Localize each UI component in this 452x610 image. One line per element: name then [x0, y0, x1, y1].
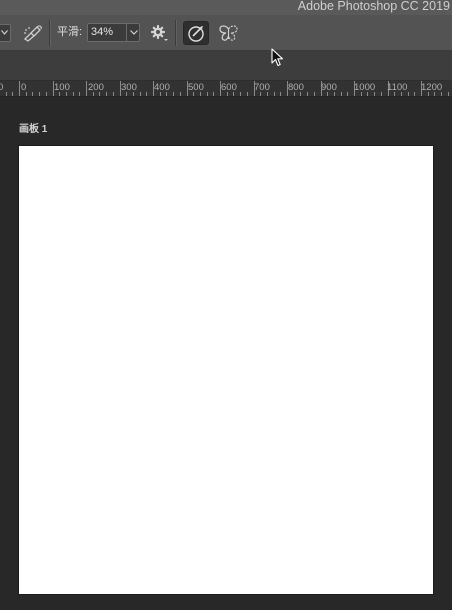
ruler-label: 1200 — [421, 82, 443, 93]
artboard[interactable] — [19, 146, 433, 594]
ruler-label: 1100 — [387, 82, 408, 93]
ruler-label: 1000 — [354, 82, 376, 93]
chevron-down-icon — [1, 30, 8, 35]
ruler-label: 300 — [121, 82, 137, 93]
brush-mode-dropdown[interactable] — [0, 24, 11, 42]
smoothing-divider — [126, 24, 127, 41]
butterfly-symmetry-icon[interactable] — [218, 24, 239, 43]
smoothing-field[interactable]: 34% — [87, 23, 140, 42]
artboard-label[interactable]: 画板 1 — [19, 124, 47, 136]
ruler-label: 900 — [321, 82, 337, 93]
pressure-size-icon — [188, 26, 204, 42]
ruler-label: 0 — [21, 82, 27, 93]
ruler-label: 800 — [288, 82, 304, 93]
airbrush-icon[interactable] — [22, 24, 44, 42]
document-tab-bar — [0, 51, 452, 81]
ruler-label: 500 — [188, 82, 204, 93]
ruler-label: 600 — [221, 82, 237, 93]
title-bar: Adobe Photoshop CC 2019 — [0, 0, 452, 15]
options-separator — [175, 20, 177, 46]
options-separator — [49, 20, 51, 46]
ruler-label: 400 — [154, 82, 170, 93]
smoothing-label: 平滑: — [57, 26, 83, 38]
ruler-label: 200 — [88, 82, 104, 93]
chevron-down-icon[interactable] — [130, 30, 138, 35]
mouse-cursor-icon — [271, 48, 284, 67]
ruler-label: 0 — [0, 82, 3, 93]
app-title: Adobe Photoshop CC 2019 — [297, 0, 450, 13]
ruler-label: 700 — [254, 82, 270, 93]
horizontal-ruler: 0 0 100 200 300 400 500 600 700 800 900 … — [0, 81, 452, 97]
pressure-size-toggle[interactable] — [183, 21, 209, 45]
gear-icon[interactable] — [151, 25, 168, 42]
ruler-label: 100 — [54, 82, 70, 93]
smoothing-value[interactable]: 34% — [91, 26, 113, 39]
